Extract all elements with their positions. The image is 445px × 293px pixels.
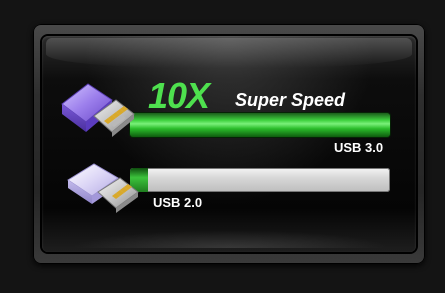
speed-comparison-graphic: 10X Super Speed USB 3.0 USB 2.0 [0,0,445,293]
speed-multiplier-text: 10X [148,75,210,116]
usb-drive-lavender-icon [64,160,146,236]
usb2-label: USB 2.0 [153,195,203,210]
usb3-speed-bar-fill [130,113,390,137]
usb2-speed-bar [130,168,390,192]
usb3-speed-bar [130,113,390,137]
usb3-label: USB 3.0 [334,140,384,155]
usb-drive-purple-icon [58,74,140,150]
super-speed-text: Super Speed [235,90,346,110]
